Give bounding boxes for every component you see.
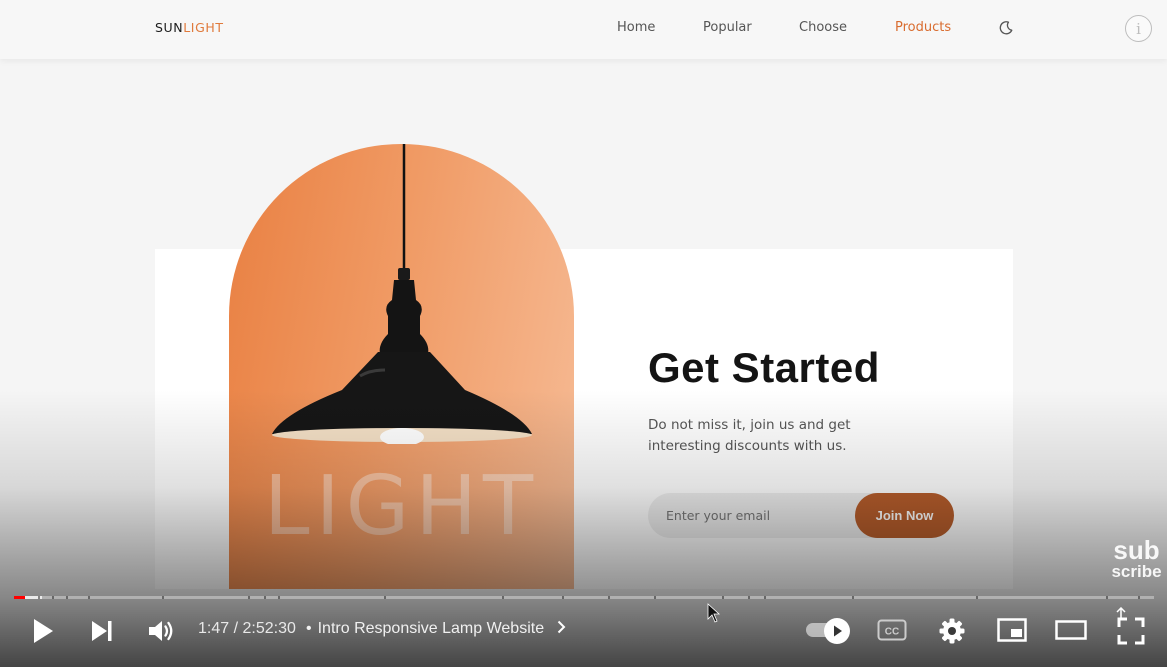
fullscreen-icon[interactable] xyxy=(1116,616,1146,646)
chapter-marker xyxy=(384,596,386,599)
chapter-marker xyxy=(66,596,68,599)
chapter-marker xyxy=(852,596,854,599)
chapter-marker xyxy=(264,596,266,599)
chapter-marker xyxy=(764,596,766,599)
arrow-up-icon xyxy=(1114,604,1128,618)
watermark-line2: scribe xyxy=(1111,562,1162,581)
player-controls: 1:47 / 2:52:30 • Intro Responsive Lamp We… xyxy=(0,606,1167,656)
play-icon[interactable] xyxy=(28,616,58,646)
site-header: SUNLIGHT Home Popular Choose Products i xyxy=(0,0,1167,59)
time-display: 1:47 / 2:52:30 xyxy=(198,620,296,637)
subscribe-title: Get Started xyxy=(648,344,880,391)
settings-icon[interactable] xyxy=(937,616,967,646)
chapter-marker xyxy=(976,596,978,599)
nav-popular[interactable]: Popular xyxy=(703,20,752,35)
main-nav: Home Popular Choose Products xyxy=(0,20,1167,40)
mouse-cursor-icon xyxy=(707,603,721,623)
svg-text:CC: CC xyxy=(885,627,899,638)
arch-word: LIGHT xyxy=(263,459,540,554)
nav-products[interactable]: Products xyxy=(895,20,951,35)
nav-home[interactable]: Home xyxy=(617,20,655,35)
chapter-marker xyxy=(88,596,90,599)
cc-icon[interactable]: CC xyxy=(876,617,908,643)
chapter-marker xyxy=(562,596,564,599)
moon-icon[interactable] xyxy=(998,20,1014,36)
chapter-marker xyxy=(38,596,40,599)
progress-played xyxy=(14,596,25,599)
join-now-button[interactable]: Join Now xyxy=(855,493,954,538)
subscribe-description: Do not miss it, join us and get interest… xyxy=(648,417,851,454)
theater-icon[interactable] xyxy=(1054,618,1088,642)
chapter-marker xyxy=(502,596,504,599)
autoplay-knob xyxy=(824,618,850,644)
chapter-title-button[interactable]: • Intro Responsive Lamp Website xyxy=(306,620,566,638)
chapter-marker xyxy=(654,596,656,599)
email-form: Join Now xyxy=(648,493,954,538)
progress-bar[interactable] xyxy=(14,596,1154,599)
pendant-lamp-image xyxy=(272,144,532,444)
volume-icon[interactable] xyxy=(145,616,177,646)
nav-choose[interactable]: Choose xyxy=(799,20,847,35)
chapter-marker xyxy=(1106,596,1108,599)
chapter-dot: • xyxy=(306,620,312,637)
chapter-marker xyxy=(278,596,280,599)
chapter-marker xyxy=(52,596,54,599)
info-icon[interactable]: i xyxy=(1125,15,1152,42)
chevron-right-icon xyxy=(557,620,565,634)
chapter-marker xyxy=(748,596,750,599)
email-input[interactable] xyxy=(666,493,846,538)
watermark-line1: sub xyxy=(1113,535,1160,565)
chapter-marker xyxy=(722,596,724,599)
chapter-title: Intro Responsive Lamp Website xyxy=(317,620,545,637)
chapter-marker xyxy=(1138,596,1140,599)
subscribe-watermark[interactable]: sub scribe xyxy=(1109,535,1164,582)
chapter-marker xyxy=(162,596,164,599)
next-icon[interactable] xyxy=(88,616,116,646)
miniplayer-icon[interactable] xyxy=(996,617,1028,643)
chapter-marker xyxy=(608,596,610,599)
chapter-marker xyxy=(248,596,250,599)
